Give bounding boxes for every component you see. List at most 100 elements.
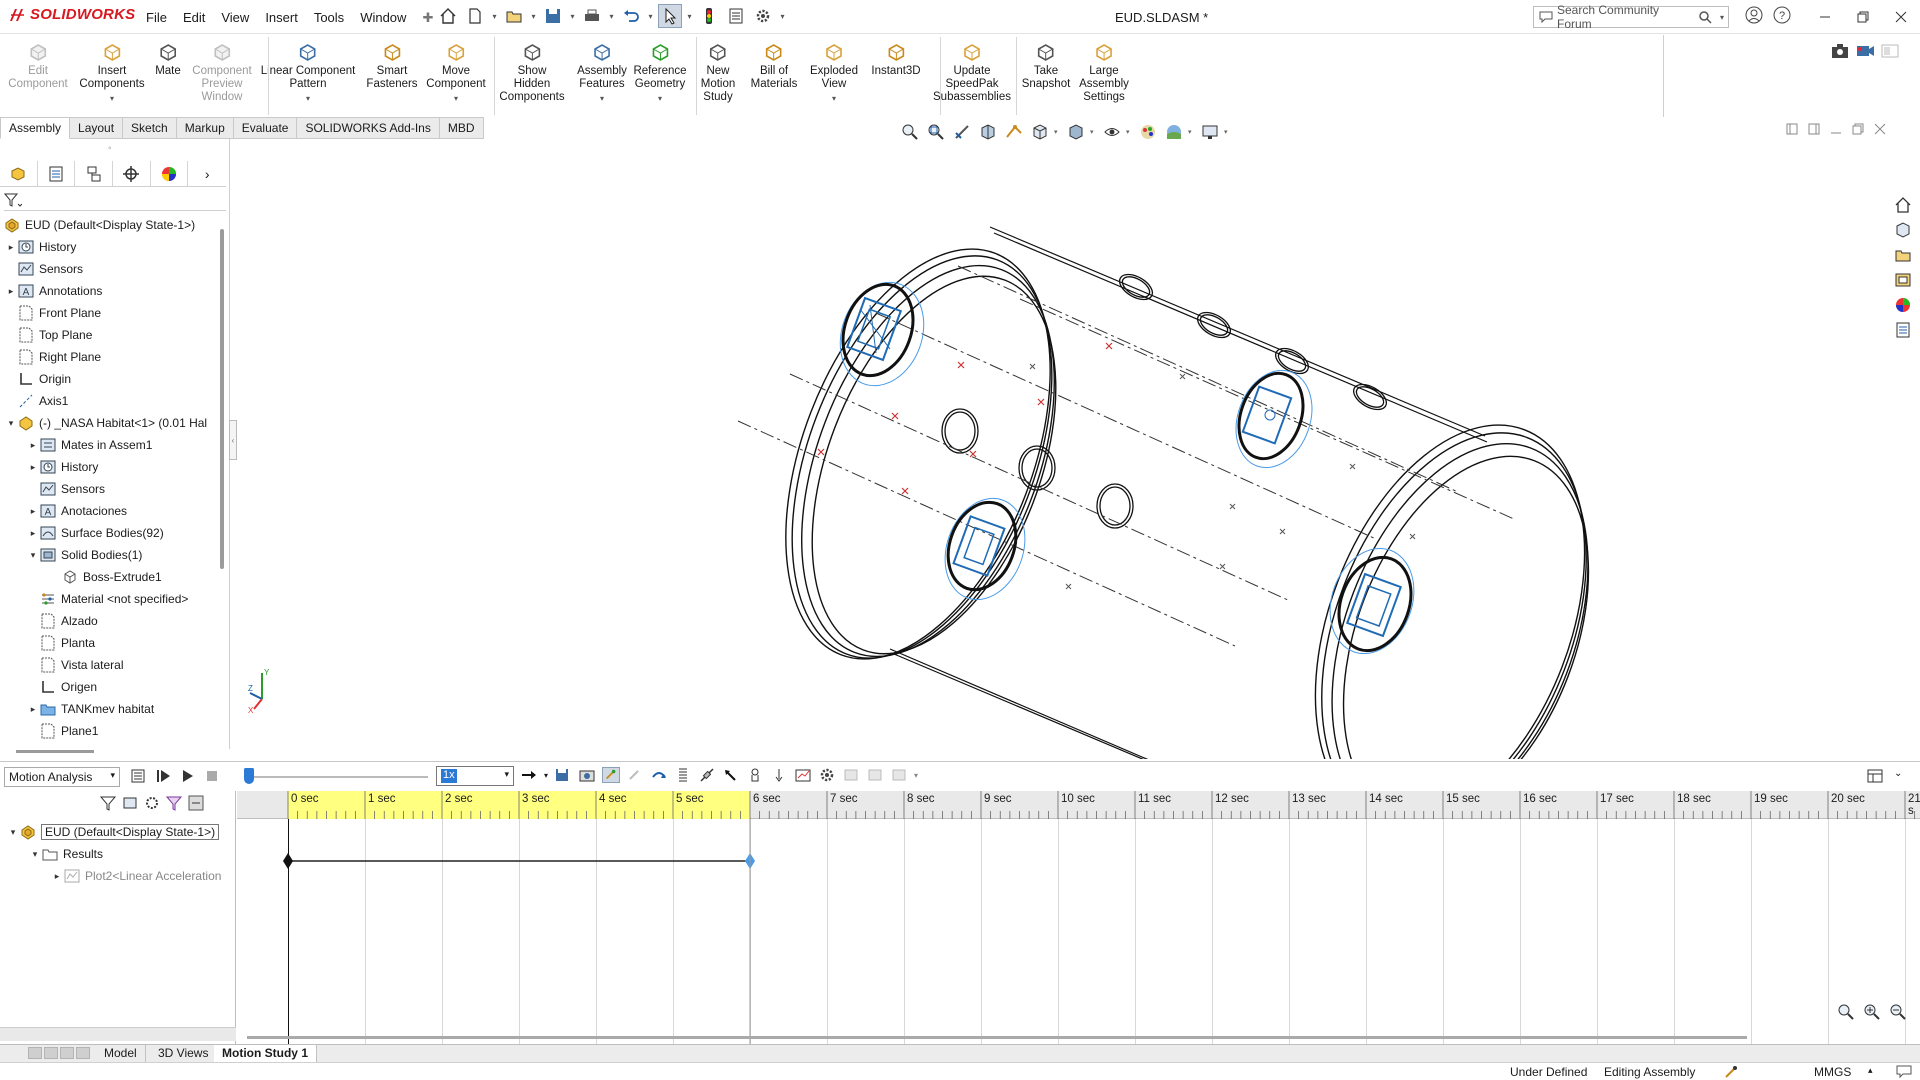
chat-status-icon[interactable]: [1896, 1065, 1912, 1079]
gravity-icon[interactable]: [770, 767, 788, 783]
save-animation-icon[interactable]: [554, 767, 572, 783]
rebuild-status-icon[interactable]: [1724, 1065, 1740, 1079]
chevron-down-icon[interactable]: ▾: [600, 92, 604, 105]
cmd-edit-component-button[interactable]: Edit Component: [8, 41, 68, 91]
cmd-new-motion-study-button[interactable]: New Motion Study: [701, 41, 735, 104]
cmd-exploded-view-button[interactable]: Exploded View ▾: [810, 41, 858, 105]
motion-timeline[interactable]: 0 sec 1 sec 2 sec 3 sec 4 sec 5 sec 6 sec 7 sec…: [237, 791, 1920, 1047]
tree-item[interactable]: Vista lateral: [0, 654, 222, 676]
expand-toggle-icon[interactable]: ▸: [26, 528, 40, 539]
display-manager-tab-icon[interactable]: [151, 161, 189, 186]
dimxpert-manager-tab-icon[interactable]: [113, 161, 151, 186]
playback-mode-dropdown-icon[interactable]: ▾: [544, 771, 548, 780]
damper-icon[interactable]: [698, 767, 716, 783]
options-dropdown-icon[interactable]: ▾: [778, 12, 787, 21]
results-plots-icon[interactable]: [794, 767, 812, 783]
tab-solidworks-add-ins[interactable]: SOLIDWORKS Add-Ins: [297, 117, 440, 139]
playback-mode-icon[interactable]: [520, 767, 538, 783]
units-dropdown-icon[interactable]: ▴: [1868, 1065, 1873, 1076]
study-type-select[interactable]: Motion Analysis ▾: [4, 767, 120, 787]
menu-file[interactable]: File: [138, 8, 175, 28]
timeline-ruler[interactable]: 0 sec 1 sec 2 sec 3 sec 4 sec 5 sec 6 sec 7 sec…: [237, 791, 1920, 819]
motion-study-properties-icon[interactable]: [818, 767, 836, 783]
restore-icon[interactable]: [1844, 4, 1882, 30]
design-library-icon[interactable]: [1892, 220, 1914, 240]
property-manager-tab-icon[interactable]: [38, 161, 76, 186]
contact-icon[interactable]: [746, 767, 764, 783]
tree-item[interactable]: ▾ (-) _NASA Habitat<1> (0.01 Hal: [0, 412, 222, 434]
search-community-input[interactable]: Search Community Forum ▾: [1533, 3, 1729, 31]
prev-tab-icon[interactable]: [44, 1047, 58, 1059]
tree-item[interactable]: Axis1: [0, 390, 222, 412]
solidworks-resources-icon[interactable]: [1892, 195, 1914, 215]
tree-item[interactable]: ▸ History: [0, 236, 222, 258]
calculate-icon[interactable]: [130, 768, 148, 784]
print-icon[interactable]: [580, 4, 604, 28]
keypoint[interactable]: [283, 853, 293, 869]
tree-item[interactable]: Origin: [0, 368, 222, 390]
menu-window[interactable]: Window: [352, 8, 414, 28]
viewport-restore-icon[interactable]: [1852, 123, 1864, 135]
play-icon[interactable]: [180, 768, 196, 784]
tree-item[interactable]: Top Plane: [0, 324, 222, 346]
compare-studies-icon[interactable]: [842, 767, 860, 783]
home-icon[interactable]: [436, 4, 460, 28]
tree-item[interactable]: ▸ A Anotaciones: [0, 500, 222, 522]
appearances-scenes-icon[interactable]: [1892, 295, 1914, 315]
tree-item[interactable]: Sensors: [0, 258, 222, 280]
tree-item[interactable]: Sensors: [0, 478, 222, 500]
layout-toggle-icon[interactable]: [1866, 768, 1884, 784]
cmd-linear-component-pattern-button[interactable]: Linear Component Pattern ▾: [261, 41, 355, 105]
select-dropdown-icon[interactable]: ▾: [685, 12, 694, 21]
undo-dropdown-icon[interactable]: ▾: [646, 12, 655, 21]
playback-slider-thumb[interactable]: [244, 768, 254, 784]
view-palette-icon[interactable]: [1892, 270, 1914, 290]
play-from-start-icon[interactable]: [156, 768, 172, 784]
tree-root[interactable]: EUD (Default<Display State-1>): [0, 214, 222, 236]
tree-item[interactable]: ▸ TANKmev habitat: [0, 698, 222, 720]
cmd-instant3d-button[interactable]: Instant3D: [871, 41, 921, 78]
collapse-all-icon[interactable]: [188, 795, 204, 811]
chevron-down-icon[interactable]: ▾: [110, 92, 114, 105]
viewport-split-left-icon[interactable]: [1786, 123, 1798, 135]
camera-icon[interactable]: [1830, 42, 1850, 60]
help-icon[interactable]: ?: [1773, 6, 1791, 24]
tree-item[interactable]: ▸ A Annotations: [0, 280, 222, 302]
expand-toggle-icon[interactable]: ▾: [28, 849, 42, 860]
tab-motion-study-1[interactable]: Motion Study 1: [214, 1045, 317, 1062]
save-dropdown-icon[interactable]: ▾: [568, 12, 577, 21]
tree-item[interactable]: Front Plane: [0, 302, 222, 324]
chevron-down-icon[interactable]: ▾: [832, 92, 836, 105]
spring-icon[interactable]: [674, 767, 692, 783]
copy-study-icon[interactable]: [866, 767, 884, 783]
animation-wizard-icon[interactable]: [578, 767, 596, 783]
tab-model[interactable]: Model: [96, 1045, 146, 1062]
motion-tree-item[interactable]: ▾ Results: [0, 843, 236, 865]
filter-driving-icon[interactable]: [122, 795, 138, 811]
tab-mbd[interactable]: MBD: [439, 117, 484, 139]
tree-item[interactable]: Origen: [0, 676, 222, 698]
tree-item[interactable]: ▾ Solid Bodies(1): [0, 544, 222, 566]
tab-layout[interactable]: Layout: [70, 117, 124, 139]
paste-study-icon[interactable]: [890, 767, 908, 783]
expand-toggle-icon[interactable]: ▸: [4, 242, 18, 253]
tab-sketch[interactable]: Sketch: [123, 117, 177, 139]
search-dropdown-icon[interactable]: ▾: [1716, 13, 1728, 22]
select-arrow-icon[interactable]: [658, 4, 682, 28]
custom-properties-icon[interactable]: [1892, 320, 1914, 340]
file-explorer-icon[interactable]: [1892, 245, 1914, 265]
cmd-update-speedpak-button[interactable]: Update SpeedPak Subassemblies: [933, 41, 1011, 104]
status-units[interactable]: MMGS: [1814, 1065, 1851, 1079]
print-dropdown-icon[interactable]: ▾: [607, 12, 616, 21]
expand-toggle-icon[interactable]: ▾: [26, 550, 40, 561]
viewport-close-icon[interactable]: [1874, 123, 1886, 135]
next-tab-icon[interactable]: [60, 1047, 74, 1059]
configuration-manager-tab-icon[interactable]: [75, 161, 114, 186]
view-orientation-dropdown-icon[interactable]: ▾: [1054, 128, 1062, 136]
tree-item[interactable]: Plane1: [0, 720, 222, 742]
expand-toggle-icon[interactable]: ▸: [4, 286, 18, 297]
close-icon[interactable]: [1882, 4, 1920, 30]
cmd-reference-geometry-button[interactable]: Reference Geometry ▾: [633, 41, 687, 105]
autokey-icon[interactable]: [602, 767, 621, 783]
cmd-assembly-features-button[interactable]: Assembly Features ▾: [577, 41, 627, 105]
